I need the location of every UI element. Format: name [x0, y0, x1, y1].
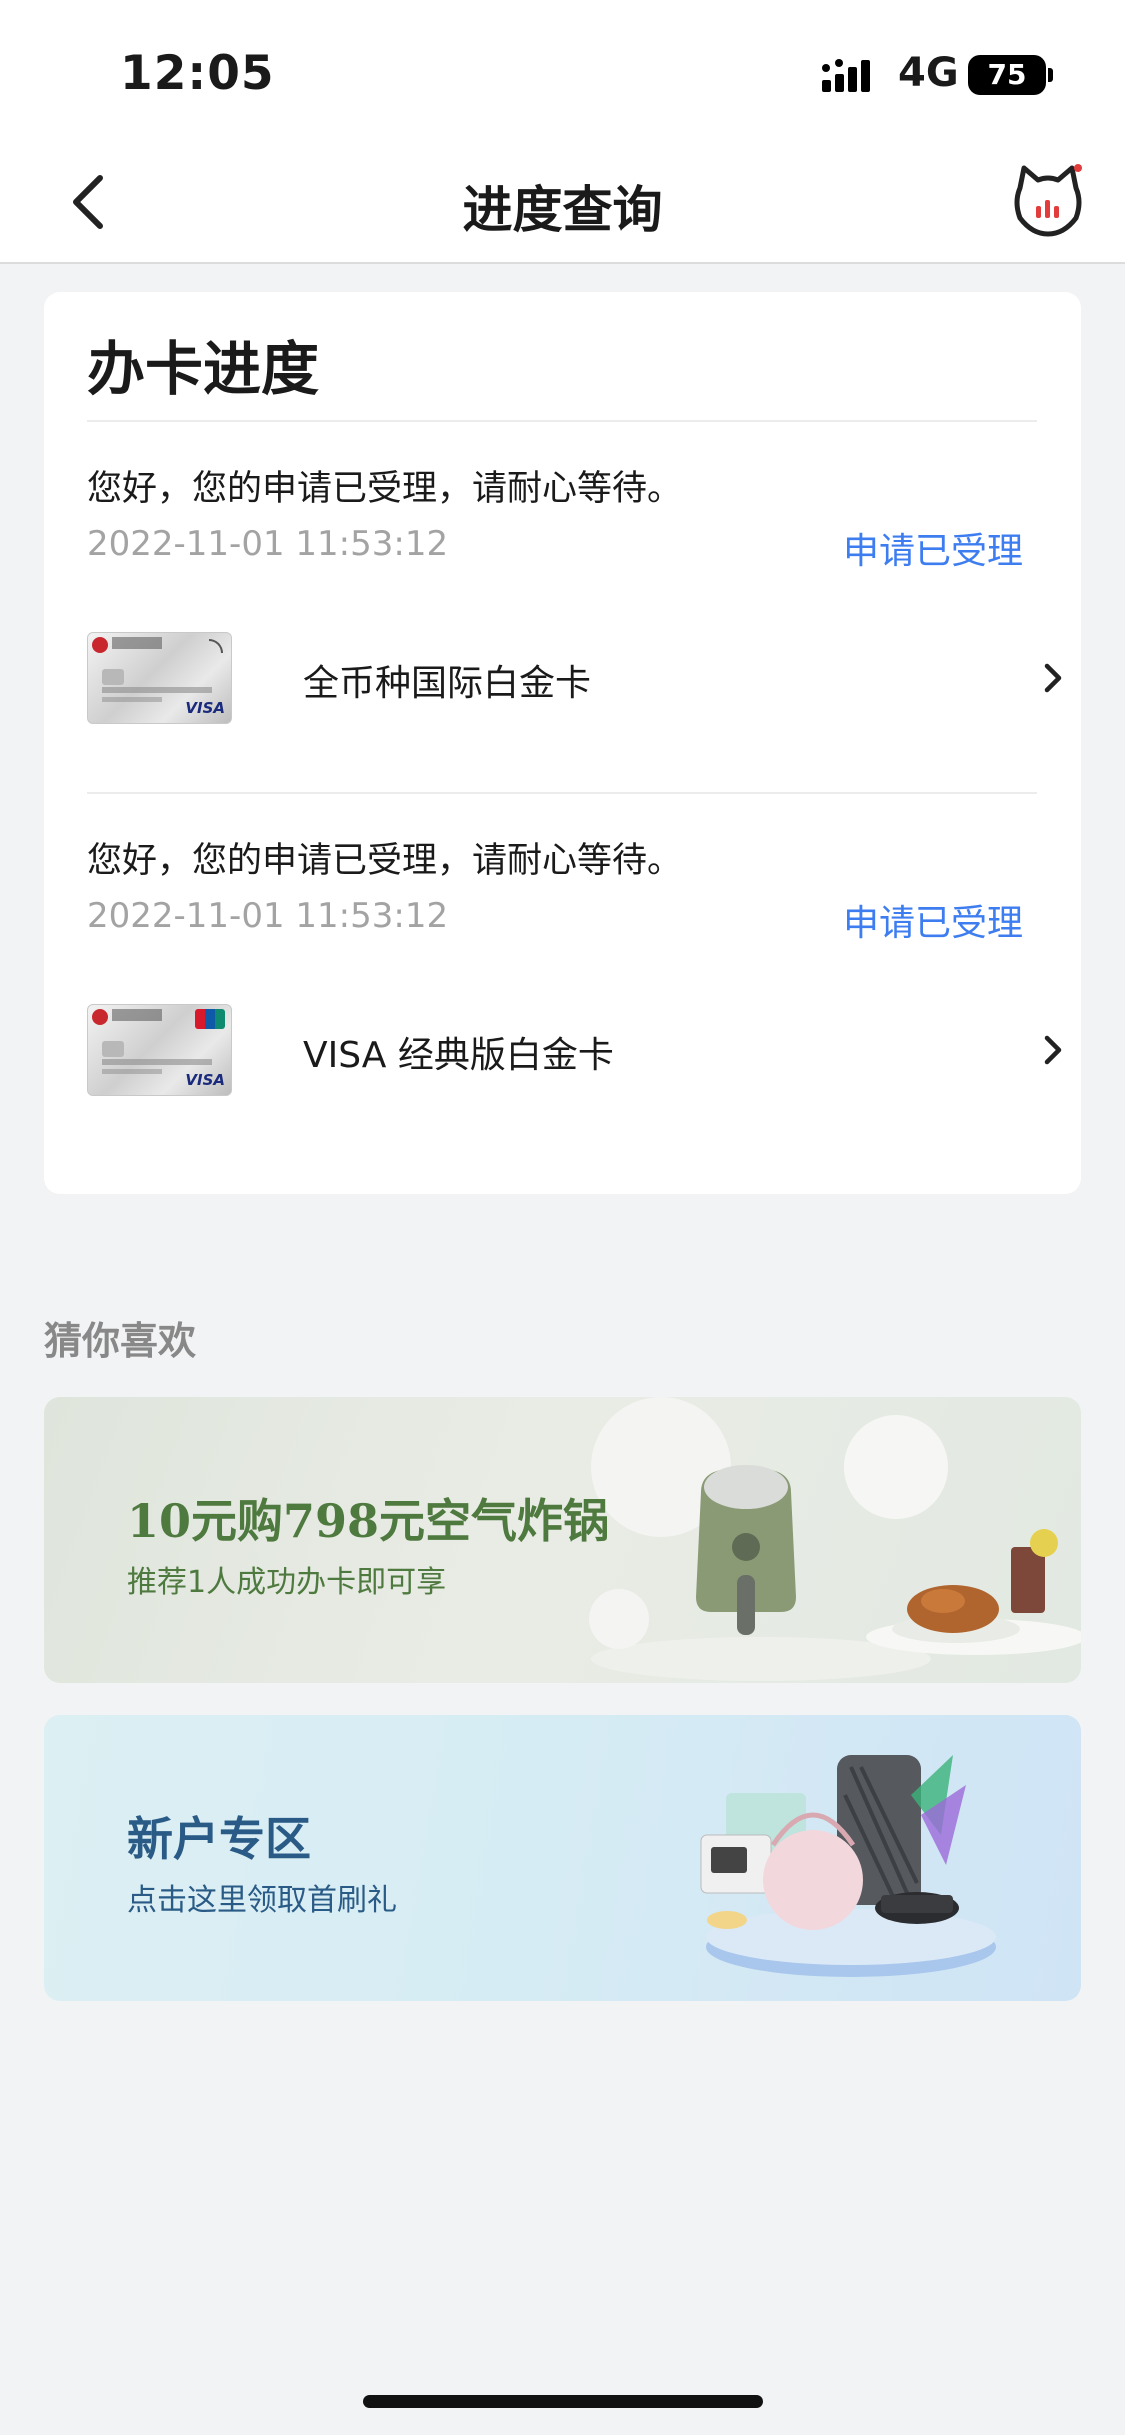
banner-subtitle: 推荐1人成功办卡即可享: [127, 1565, 447, 1600]
chevron-right-icon: [1044, 1035, 1062, 1065]
application-message: 您好，您的申请已受理，请耐心等待。: [87, 469, 683, 509]
card-title: 办卡进度: [87, 335, 320, 403]
promo-banner-new-user[interactable]: 新户专区 点击这里领取首刷礼: [44, 1715, 1081, 2001]
application-date: 2022-11-01 11:53:12: [87, 524, 449, 564]
status-bar: 12:05 4G 75: [0, 0, 1125, 140]
banner-title: 10元购798元空气炸锅: [127, 1494, 610, 1548]
visa-logo-icon: VISA: [185, 1071, 225, 1089]
card-item-row[interactable]: VISA VISA 经典版白金卡: [87, 1004, 1067, 1100]
banner-subtitle: 点击这里领取首刷礼: [127, 1883, 397, 1918]
signal-icon: [822, 59, 870, 92]
divider: [87, 792, 1037, 794]
section-title: 猜你喜欢: [44, 1319, 197, 1363]
network-type: 4G: [898, 50, 959, 96]
application-status[interactable]: 申请已受理: [843, 522, 1023, 574]
page-title: 进度查询: [462, 181, 663, 239]
progress-card: 办卡进度 您好，您的申请已受理，请耐心等待。 2022-11-01 11:53:…: [44, 292, 1081, 1194]
credit-card-image: VISA: [87, 632, 232, 724]
air-fryer-illustration: [589, 1397, 1081, 1681]
status-time: 12:05: [120, 46, 275, 101]
application-message: 您好，您的申请已受理，请耐心等待。: [87, 841, 683, 881]
banner-title: 新户专区: [127, 1812, 311, 1866]
chevron-right-icon: [1044, 663, 1062, 693]
card-name: VISA 经典版白金卡: [303, 1035, 614, 1076]
battery-icon: 75: [968, 55, 1046, 95]
cat-service-icon[interactable]: [1012, 162, 1084, 238]
application-status[interactable]: 申请已受理: [843, 894, 1023, 946]
visa-logo-icon: VISA: [185, 699, 225, 717]
card-name: 全币种国际白金卡: [303, 663, 592, 704]
nav-bar: 进度查询: [0, 140, 1125, 264]
promo-banner-air-fryer[interactable]: 10元购798元空气炸锅 推荐1人成功办卡即可享: [44, 1397, 1081, 1683]
battery-tip: [1048, 68, 1053, 82]
divider: [87, 420, 1037, 422]
application-date: 2022-11-01 11:53:12: [87, 896, 449, 936]
credit-card-image: VISA: [87, 1004, 232, 1096]
card-item-row[interactable]: VISA 全币种国际白金卡: [87, 632, 1067, 728]
home-indicator[interactable]: [363, 2395, 763, 2408]
gift-items-illustration: [700, 1755, 996, 1977]
